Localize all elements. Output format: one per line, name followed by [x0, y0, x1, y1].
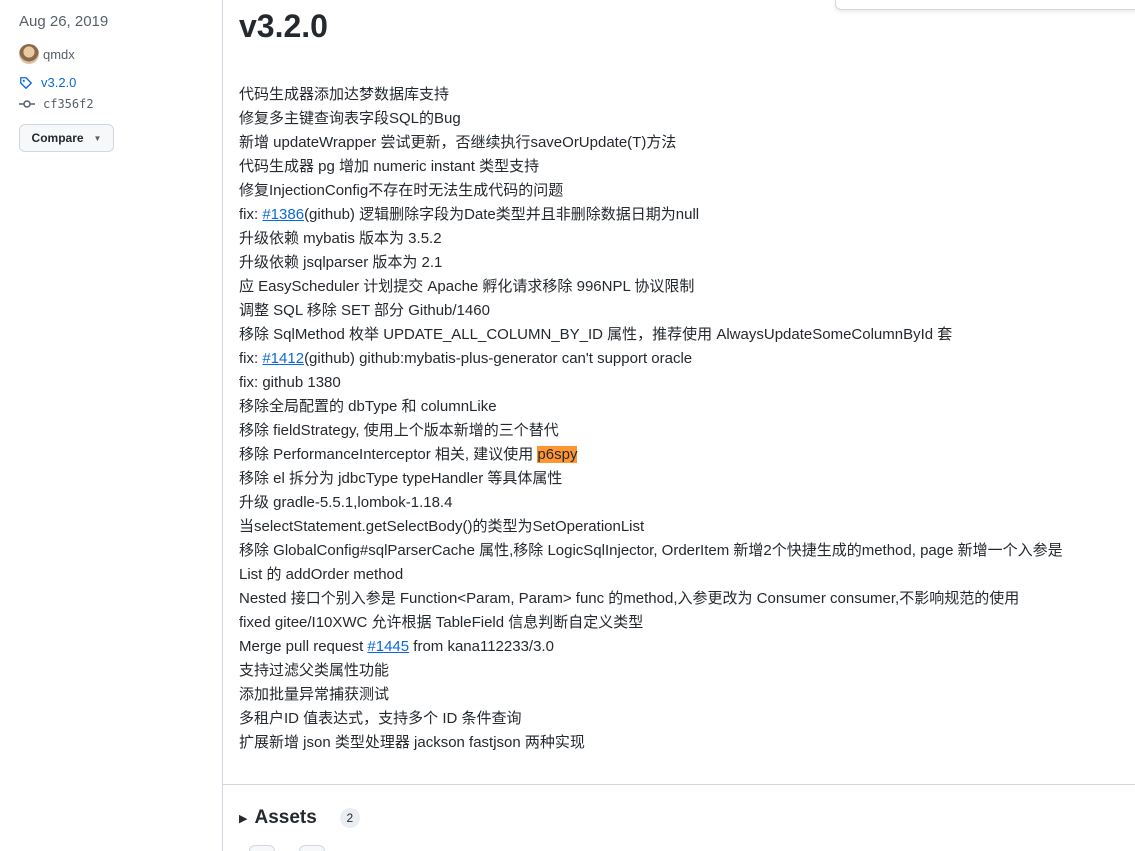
tag-icon [20, 76, 32, 89]
note-line: fix: #1386(github) 逻辑删除字段为Date类型并且非删除数据日… [239, 203, 1119, 227]
note-line: 修复InjectionConfig不存在时无法生成代码的问题 [239, 182, 564, 199]
note-line: Nested 接口个别入参是 Function<Param, Param> fu… [239, 590, 1020, 607]
note-line: 当selectStatement.getSelectBody()的类型为SetO… [239, 518, 645, 535]
commit-link[interactable]: cf356f2 [19, 97, 94, 111]
note-line: 扩展新增 json 类型处理器 jackson fastjson 两种实现 [239, 734, 585, 751]
release-page: Aug 26, 2019 qmdx v3.2.0 cf356f2 Compare… [0, 0, 1135, 851]
note-text: fix: [239, 206, 263, 223]
note-text: Merge pull request [239, 638, 368, 655]
author-link[interactable]: qmdx [19, 44, 75, 64]
release-notes: 代码生成器添加达梦数据库支持 修复多主键查询表字段SQL的Bug 新增 update… [239, 83, 1119, 755]
note-line: 移除 el 拆分为 jdbcType typeHandler 等具体属性 [239, 470, 563, 487]
release-card: v3.2.0 代码生成器添加达梦数据库支持 修复多主键查询表字段SQL的Bug 新增… [222, 0, 1135, 851]
note-line: 移除 SqlMethod 枚举 UPDATE_ALL_COLUMN_BY_ID … [239, 326, 953, 343]
note-line: 代码生成器 pg 增加 numeric instant 类型支持 [239, 158, 540, 175]
release-date: Aug 26, 2019 [19, 13, 109, 30]
note-text: 移除 PerformanceInterceptor 相关, 建议使用 [239, 446, 538, 463]
note-line: fix: github 1380 [239, 374, 341, 391]
note-line: 修复多主键查询表字段SQL的Bug [239, 110, 461, 127]
reaction-button[interactable] [249, 845, 275, 851]
note-line: 应 EasyScheduler 计划提交 Apache 孵化请求移除 996NP… [239, 278, 695, 295]
note-line: fix: #1412(github) github:mybatis-plus-g… [239, 347, 1119, 371]
note-line: 添加批量异常捕获测试 [239, 686, 390, 703]
note-line: 移除 PerformanceInterceptor 相关, 建议使用 p6spy [239, 443, 1119, 467]
tag-label: v3.2.0 [41, 75, 77, 90]
search-highlight: p6spy [537, 446, 578, 463]
note-line: 代码生成器添加达梦数据库支持 [239, 86, 450, 103]
note-line: 升级 gradle-5.5.1,lombok-1.18.4 [239, 494, 453, 511]
release-sidebar: Aug 26, 2019 qmdx v3.2.0 cf356f2 Compare… [0, 0, 222, 851]
note-line: 移除 GlobalConfig#sqlParserCache 属性,移除 Log… [239, 542, 1063, 559]
note-text: (github) 逻辑删除字段为Date类型并且非删除数据日期为null [304, 206, 700, 223]
commit-icon [19, 100, 35, 108]
issue-link[interactable]: #1386 [262, 206, 304, 223]
author-name: qmdx [43, 46, 75, 62]
tag-link[interactable]: v3.2.0 [19, 75, 76, 90]
note-line: 移除 fieldStrategy, 使用上个版本新增的三个替代 [239, 422, 559, 439]
triangle-right-icon: ▶ [239, 812, 248, 825]
note-line: List 的 addOrder method [239, 566, 404, 583]
note-line: fixed gitee/I10XWC 允许根据 TableField 信息判断自… [239, 614, 644, 631]
assets-label: Assets [254, 807, 317, 828]
avatar [19, 44, 39, 64]
assets-count-badge: 2 [339, 808, 360, 828]
note-line: 新增 updateWrapper 尝试更新，否继续执行saveOrUpdate(… [239, 134, 677, 151]
reaction-button[interactable] [299, 845, 325, 851]
compare-button[interactable]: Compare ▼ [19, 124, 114, 152]
assets-toggle[interactable]: ▶ Assets 2 [239, 807, 360, 829]
popover-edge [835, 0, 1135, 10]
note-text: (github) github:mybatis-plus-generator c… [304, 350, 693, 367]
note-line: 调整 SQL 移除 SET 部分 Github/1460 [239, 302, 490, 319]
issue-link[interactable]: #1412 [262, 350, 304, 367]
divider [223, 784, 1135, 785]
commit-sha: cf356f2 [43, 97, 94, 111]
release-title: v3.2.0 [239, 8, 328, 44]
note-line: 升级依赖 mybatis 版本为 3.5.2 [239, 230, 442, 247]
note-line: 多租户ID 值表达式，支持多个 ID 条件查询 [239, 710, 522, 727]
note-line: 支持过滤父类属性功能 [239, 662, 390, 679]
note-line: 移除全局配置的 dbType 和 columnLike [239, 398, 497, 415]
issue-link[interactable]: #1445 [367, 638, 409, 655]
chevron-down-icon: ▼ [93, 133, 102, 143]
note-text: from kana112233/3.0 [409, 638, 554, 655]
compare-label: Compare [31, 131, 84, 145]
note-line: Merge pull request #1445 from kana112233… [239, 635, 1119, 659]
note-text: fix: [239, 350, 263, 367]
note-line: 升级依赖 jsqlparser 版本为 2.1 [239, 254, 443, 271]
